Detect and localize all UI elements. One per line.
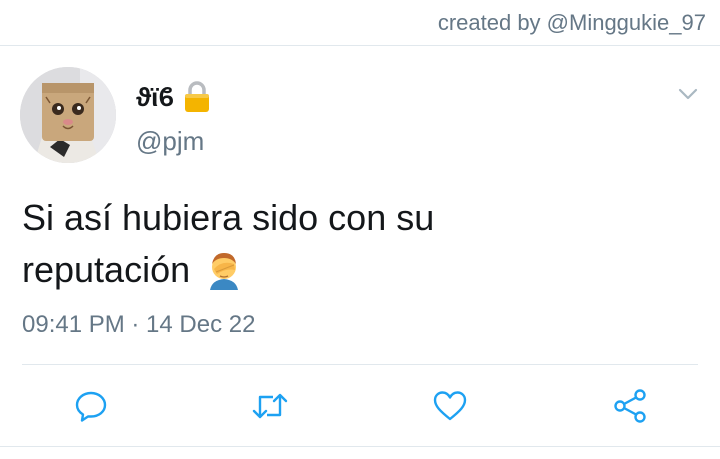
reply-icon [75,391,107,422]
tweet-text: Si así hubiera sido con su reputación [22,192,692,304]
chevron-down-icon[interactable] [676,82,700,106]
tweet-text-line-1: Si así hubiera sido con su [22,197,435,238]
share-icon [614,389,646,423]
heart-icon [433,391,467,421]
divider [22,364,698,365]
tweet-text-line-2: reputación [22,244,692,304]
author-name-row[interactable]: ϑϊϐ [136,80,210,114]
tweet-timestamp[interactable]: 09:41 PM · 14 Dec 22 [22,311,255,339]
retweet-button[interactable] [250,386,290,426]
avatar[interactable] [20,67,116,163]
tweet-actions [0,366,720,444]
reply-button[interactable] [71,386,111,426]
retweet-icon [252,393,288,419]
avatar-image [20,67,116,163]
top-bar: created by @Minggukie_97 [0,0,720,46]
lock-icon [184,81,210,113]
tweet-text-line-2-words: reputación [22,249,191,290]
user-handle[interactable]: @pjm [136,126,204,157]
display-name[interactable]: ϑϊϐ [136,82,174,113]
bottom-border [0,446,720,447]
share-button[interactable] [610,386,650,426]
creator-credit: created by @Minggukie_97 [437,10,706,35]
facepalm-icon [204,250,244,304]
like-button[interactable] [430,386,470,426]
